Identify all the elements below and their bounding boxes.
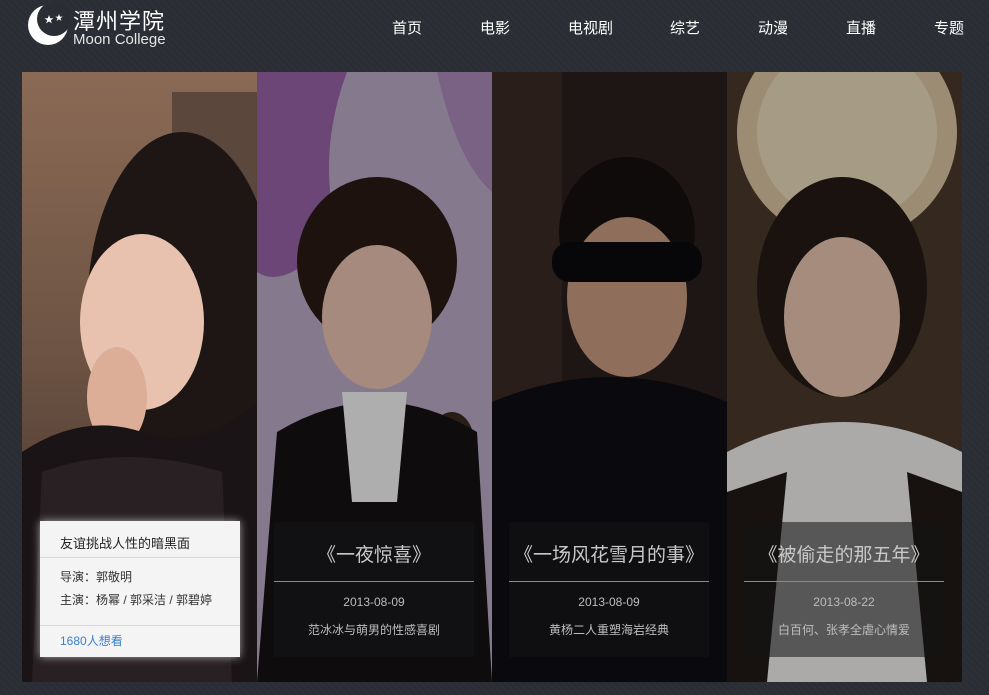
detail-tagline: 友谊挑战人性的暗黑面 [60, 536, 191, 551]
detail-director: 导演：郭敬明 [60, 570, 133, 584]
divider [744, 581, 944, 582]
movie-description: 白百何、张孝全虐心情爱 [777, 623, 910, 637]
divider [274, 581, 474, 582]
movie-date: 2013-08-09 [343, 595, 405, 609]
nav-live[interactable]: 直播 [846, 17, 876, 38]
detail-cast: 主演：杨幂 / 郭采洁 / 郭碧婷 [60, 593, 213, 607]
nav-variety[interactable]: 综艺 [670, 17, 700, 38]
nav-anime[interactable]: 动漫 [758, 17, 788, 38]
movie-panel-2[interactable]: 《一场风花雪月的事》 2013-08-09 黄杨二人重塑海岩经典 [492, 72, 727, 682]
movie-panel-featured[interactable]: 友谊挑战人性的暗黑面 导演：郭敬明 主演：杨幂 / 郭采洁 / 郭碧婷 1680… [22, 72, 257, 682]
divider [40, 557, 240, 558]
movie-gallery: 友谊挑战人性的暗黑面 导演：郭敬明 主演：杨幂 / 郭采洁 / 郭碧婷 1680… [22, 72, 962, 682]
movie-title: 《一场风花雪月的事》 [513, 545, 704, 566]
site-header: 潭州学院 Moon College 首页 电影 电视剧 综艺 动漫 直播 专题 [0, 0, 989, 60]
movie-info-card: 《被偷走的那五年》 2013-08-22 白百何、张孝全虐心情爱 [744, 522, 944, 657]
nav-topics[interactable]: 专题 [934, 17, 964, 38]
movie-panel-1[interactable]: 《一夜惊喜》 2013-08-09 范冰冰与萌男的性感喜剧 [257, 72, 492, 682]
movie-info-card: 《一场风花雪月的事》 2013-08-09 黄杨二人重塑海岩经典 [509, 522, 709, 657]
divider [509, 581, 709, 582]
want-to-watch-link[interactable]: 1680人想看 [60, 632, 123, 649]
movie-info-card: 《一夜惊喜》 2013-08-09 范冰冰与萌男的性感喜剧 [274, 522, 474, 657]
nav-tv[interactable]: 电视剧 [568, 17, 613, 38]
movie-description: 范冰冰与萌男的性感喜剧 [307, 623, 440, 637]
movie-date: 2013-08-09 [578, 595, 640, 609]
main-nav: 首页 电影 电视剧 综艺 动漫 直播 专题 [0, 17, 989, 37]
movie-description: 黄杨二人重塑海岩经典 [548, 623, 669, 637]
movie-detail-card: 友谊挑战人性的暗黑面 导演：郭敬明 主演：杨幂 / 郭采洁 / 郭碧婷 1680… [40, 521, 240, 657]
nav-home[interactable]: 首页 [392, 17, 422, 38]
movie-date: 2013-08-22 [813, 595, 875, 609]
movie-panel-3[interactable]: 《被偷走的那五年》 2013-08-22 白百何、张孝全虐心情爱 [727, 72, 962, 682]
movie-title: 《一夜惊喜》 [316, 545, 431, 566]
nav-movies[interactable]: 电影 [480, 17, 510, 38]
movie-title: 《被偷走的那五年》 [758, 545, 930, 566]
divider [40, 625, 240, 626]
